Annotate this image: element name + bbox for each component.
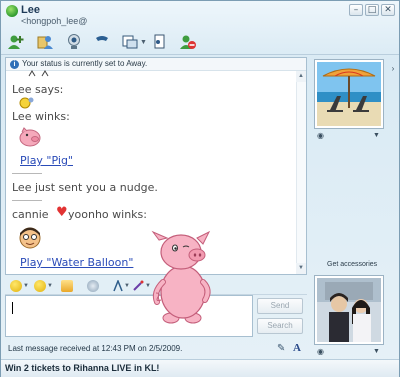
nudge-icon[interactable] <box>87 280 99 292</box>
activities-dropdown-icon[interactable]: ▼ <box>140 39 147 46</box>
my-webcam-icon[interactable]: ◉ <box>317 347 324 356</box>
activities-icon[interactable] <box>121 33 139 51</box>
message-divider <box>12 173 42 174</box>
invite-contact-icon[interactable] <box>7 33 25 51</box>
send-button[interactable]: Send <box>257 298 303 314</box>
message-header-yoonho-winks: yoonho winks: <box>68 208 147 221</box>
play-water-balloon-link[interactable]: Play "Water Balloon" <box>20 256 133 269</box>
pig-wink-thumbnail-icon[interactable] <box>18 125 42 149</box>
text-mode-icon[interactable]: A <box>293 342 301 354</box>
last-message-status: Last message received at 12:43 PM on 2/5… <box>8 344 183 353</box>
scroll-down-button[interactable]: ▼ <box>296 263 306 274</box>
heart-icon: ♥ <box>56 205 68 220</box>
contact-picture-menu-icon[interactable]: ▼ <box>373 132 380 139</box>
webcam-icon[interactable]: ◉ <box>317 131 324 140</box>
my-display-picture[interactable] <box>314 275 384 345</box>
play-pig-link[interactable]: Play "Pig" <box>20 154 73 167</box>
beach-chairs-picture <box>317 62 381 126</box>
background-picker-icon[interactable] <box>132 280 144 292</box>
my-picture-menu-icon[interactable]: ▼ <box>373 348 380 355</box>
close-button[interactable]: ✕ <box>381 4 395 16</box>
emoticon-dropdown-icon[interactable]: ▼ <box>23 283 29 289</box>
handwriting-mode-icon[interactable]: ✎ <box>277 343 285 354</box>
text-caret <box>12 302 13 314</box>
minimize-button[interactable]: – <box>349 4 363 16</box>
couple-photo-picture <box>317 278 381 342</box>
contact-email: <hongpoh_lee@ <box>21 16 88 26</box>
status-notice-bar: i Your status is currently set to Away. <box>6 58 306 71</box>
window-controls: – □ ✕ <box>349 4 395 16</box>
chat-window: Lee <hongpoh_lee@ – □ ✕ ▼ i Your status … <box>0 0 400 377</box>
nudge-notice: Lee just sent you a nudge. <box>12 181 158 194</box>
wink-dropdown-icon[interactable]: ▼ <box>47 283 53 289</box>
get-accessories-link[interactable]: Get accessories <box>327 261 377 268</box>
message-header-lee-says: Lee says: <box>12 83 64 96</box>
block-contact-icon[interactable] <box>179 33 197 51</box>
info-icon: i <box>10 60 19 69</box>
search-button[interactable]: Search <box>257 318 303 334</box>
presence-status-icon <box>6 5 18 17</box>
sender-name-cannie: cannie <box>12 208 49 221</box>
message-header-lee-winks: Lee winks: <box>12 110 70 123</box>
font-style-icon[interactable] <box>112 278 124 292</box>
title-bar: Lee <hongpoh_lee@ – □ ✕ <box>1 1 399 29</box>
advertisement-bar[interactable]: Win 2 tickets to Rihanna LIVE in KL! <box>1 359 399 377</box>
phone-call-icon[interactable] <box>93 33 111 51</box>
emoticon-fragment-icon <box>28 70 49 77</box>
font-dropdown-icon[interactable]: ▼ <box>124 283 130 289</box>
status-notice-text: Your status is currently set to Away. <box>22 59 148 68</box>
share-files-icon[interactable] <box>36 33 54 51</box>
collapse-sidebar-icon[interactable]: › <box>389 63 397 75</box>
scrollbar-track[interactable] <box>296 82 306 264</box>
pig-wink-animation <box>151 230 211 324</box>
contact-display-picture[interactable] <box>314 59 384 129</box>
wink-picker-icon[interactable] <box>34 280 46 292</box>
maximize-button[interactable]: □ <box>365 4 379 16</box>
scroll-up-button[interactable]: ▲ <box>296 71 306 82</box>
voice-clip-icon[interactable] <box>61 280 73 292</box>
water-balloon-thumbnail-icon[interactable] <box>18 224 42 250</box>
emoticon-icon <box>19 97 34 109</box>
games-icon[interactable] <box>150 33 168 51</box>
conversation-toolbar: ▼ <box>1 29 399 55</box>
message-divider <box>12 200 42 201</box>
emoticon-picker-icon[interactable] <box>10 280 22 292</box>
contact-name: Lee <box>21 4 40 16</box>
video-call-icon[interactable] <box>65 33 83 51</box>
